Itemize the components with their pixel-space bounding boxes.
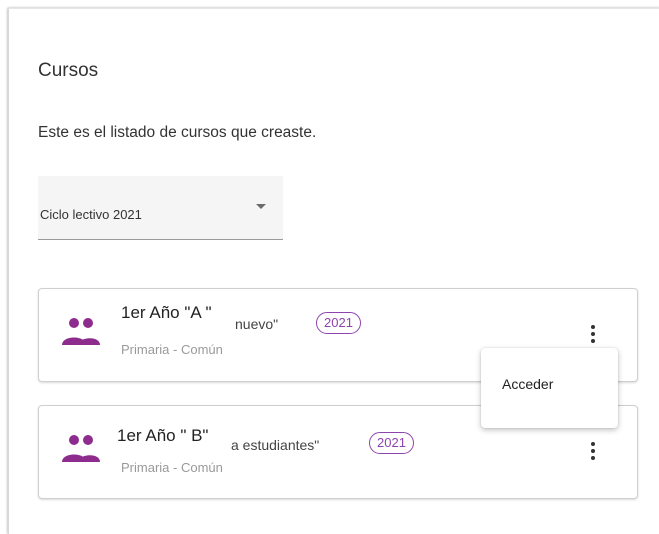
- page-title: Cursos: [38, 60, 99, 81]
- people-icon: [62, 318, 100, 345]
- arrow-drop-down-icon: [256, 204, 266, 209]
- people-icon: [62, 435, 100, 462]
- course-name-fragment: nuevo": [235, 316, 279, 332]
- course-name-fragment: a estudiantes": [231, 437, 320, 453]
- more-vert-icon[interactable]: [587, 325, 599, 347]
- school-year-select[interactable]: Ciclo lectivo 2021: [38, 176, 283, 240]
- menu-item-acceder[interactable]: Acceder: [481, 376, 618, 392]
- course-options-menu: Acceder: [481, 348, 618, 428]
- course-year-chip: 2021: [369, 432, 414, 454]
- course-level: Primaria - Común: [121, 342, 223, 357]
- school-year-select-value: Ciclo lectivo 2021: [40, 207, 142, 222]
- page-subtitle: Este es el listado de cursos que creaste…: [38, 124, 317, 141]
- more-vert-icon[interactable]: [587, 442, 599, 464]
- course-year-chip: 2021: [316, 312, 361, 334]
- course-level: Primaria - Común: [121, 460, 223, 475]
- course-name: 1er Año " B": [117, 426, 209, 445]
- course-name: 1er Año "A ": [121, 303, 212, 322]
